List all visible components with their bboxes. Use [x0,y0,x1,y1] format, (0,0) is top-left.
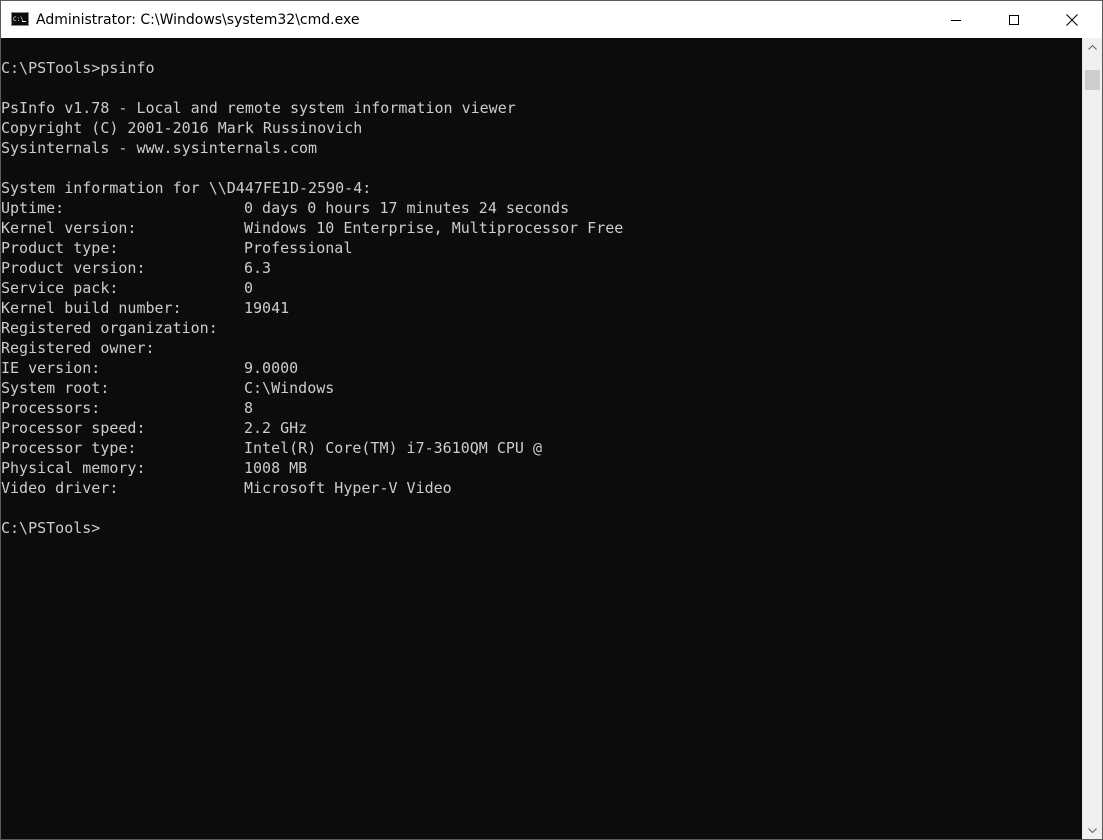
info-label: Product type: [1,239,119,257]
title-bar[interactable]: C:\ Administrator: C:\Windows\system32\c… [1,1,1102,38]
info-value: Microsoft Hyper-V Video [244,479,452,497]
info-value: 0 days 0 hours 17 minutes 24 seconds [244,199,570,217]
cmd-window: C:\ Administrator: C:\Windows\system32\c… [0,0,1103,840]
info-label: System root: [1,379,110,397]
scroll-down-button[interactable] [1083,822,1102,839]
scroll-up-button[interactable] [1083,39,1102,56]
console-text: C:\PSTools>psinfo PsInfo v1.78 - Local a… [1,58,623,538]
info-value: Professional [244,239,353,257]
info-label: IE version: [1,359,101,377]
info-label: Kernel version: [1,219,137,237]
info-value: 1008 MB [244,459,308,477]
minimize-icon [951,19,961,21]
info-value: 19041 [244,299,290,317]
close-icon [1066,13,1078,26]
info-label: Product version: [1,259,146,277]
info-value: 9.0000 [244,359,299,377]
info-row: Kernel build number: 19041 [1,298,623,318]
vertical-scrollbar[interactable] [1082,38,1102,839]
info-row: Product type: Professional [1,238,623,258]
info-row: Processor type: Intel(R) Core(TM) i7-3610… [1,438,623,458]
system-header: System information for \\D447FE1D-2590-4… [1,179,372,197]
info-row: System root: C:\Windows [1,378,623,398]
info-label: Processors: [1,399,101,417]
info-row: Physical memory: 1008 MB [1,458,623,478]
info-row: Registered owner: [1,338,623,358]
window-title: Administrator: C:\Windows\system32\cmd.e… [36,12,360,28]
info-row: Service pack: 0 [1,278,623,298]
info-label: Processor speed: [1,419,146,437]
info-label: Kernel build number: [1,299,182,317]
info-label: Registered owner: [1,339,155,357]
info-row: Uptime: 0 days 0 hours 17 minutes 24 seco… [1,198,623,218]
info-label: Registered organization: [1,319,218,337]
info-label: Uptime: [1,199,65,217]
info-label: Video driver: [1,479,119,497]
info-value: C:\Windows [244,379,335,397]
info-row: Processors: 8 [1,398,623,418]
info-label: Processor type: [1,439,137,457]
info-value: 6.3 [244,259,272,277]
maximize-icon [1009,14,1019,25]
info-row: Kernel version: Windows 10 Enterprise, Mu… [1,218,623,238]
banner-line: PsInfo v1.78 - Local and remote system i… [1,99,516,117]
close-button[interactable] [1043,1,1101,38]
info-row: Processor speed: 2.2 GHz [1,418,623,438]
info-value: 8 [244,399,254,417]
info-value: 2.2 GHz [244,419,308,437]
info-row: Video driver: Microsoft Hyper-V Video [1,478,623,498]
info-row: Product version: 6.3 [1,258,623,278]
scroll-up-arrow-icon [1088,45,1097,50]
info-label: Service pack: [1,279,119,297]
banner-line: Sysinternals - www.sysinternals.com [1,139,318,157]
cmd-icon[interactable]: C:\ [11,12,29,26]
info-value: Windows 10 Enterprise, Multiprocessor Fr… [244,219,624,237]
scroll-down-arrow-icon [1088,828,1097,833]
info-value: 0 [244,279,254,297]
minimize-button[interactable] [927,1,985,38]
command-line: C:\PSTools>psinfo [1,59,155,77]
info-row: Registered organization: [1,318,623,338]
info-row: IE version: 9.0000 [1,358,623,378]
info-value: Intel(R) Core(TM) i7-3610QM CPU @ [244,439,543,457]
console-output-area[interactable]: C:\PSTools>psinfo PsInfo v1.78 - Local a… [1,38,1082,839]
scroll-thumb[interactable] [1085,70,1100,90]
banner-line: Copyright (C) 2001-2016 Mark Russinovich [1,119,363,137]
console-prompt: C:\PSTools> [1,519,101,537]
info-label: Physical memory: [1,459,146,477]
maximize-button[interactable] [985,1,1043,38]
